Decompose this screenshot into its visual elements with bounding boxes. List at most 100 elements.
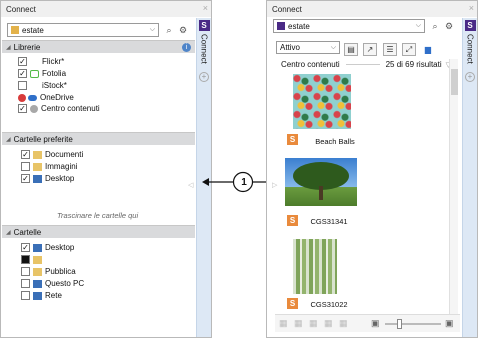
checkbox[interactable]: ✓ xyxy=(21,174,30,183)
drag-folders-hint: Trascinare le cartelle qui xyxy=(57,211,139,220)
result-count: 25 di 69 risultati xyxy=(385,60,442,69)
library-item-fotolia[interactable]: ✓ Fotolia xyxy=(18,68,66,79)
checkbox[interactable]: ✓ xyxy=(21,243,30,252)
book-view-button[interactable]: ▤ xyxy=(344,43,358,56)
tree-trunk-shape xyxy=(319,186,323,200)
thumbnail-beach-balls[interactable] xyxy=(293,74,351,129)
small-thumbnails-icon[interactable]: ▣ xyxy=(371,318,380,329)
collapse-arrow-icon[interactable]: ◁ xyxy=(188,181,193,189)
folder-label: Pubblica xyxy=(45,267,76,276)
left-close-icon[interactable]: × xyxy=(203,3,208,13)
share-icon[interactable]: ▦ xyxy=(324,318,333,329)
folder-item-public[interactable]: Pubblica xyxy=(21,266,76,277)
delete-icon[interactable]: ▦ xyxy=(339,318,348,329)
source-label: Centro contenuti xyxy=(281,60,340,69)
stock-badge-icon: S xyxy=(287,134,298,145)
folder-label: Questo PC xyxy=(45,279,85,288)
checkbox[interactable] xyxy=(21,162,30,171)
library-label: Flickr* xyxy=(42,57,65,66)
favorite-item-desktop[interactable]: ✓ Desktop xyxy=(21,173,74,184)
slider-handle[interactable] xyxy=(397,319,402,329)
folder-item-network[interactable]: Rete xyxy=(21,290,62,301)
libraries-header[interactable]: ◢ Librerie i xyxy=(2,40,195,53)
search-icon[interactable]: ⌕ xyxy=(164,25,174,35)
connect-scope-icon xyxy=(277,22,285,30)
thumbnail-cgs31341[interactable] xyxy=(285,158,357,206)
checkbox[interactable]: ✓ xyxy=(18,57,27,66)
sidetab-label: Connect xyxy=(199,34,209,64)
favorite-item-documents[interactable]: ✓ Documenti xyxy=(21,149,83,160)
favorites-header-label: Cartelle preferite xyxy=(13,134,73,144)
thumbnail-caption: CGS31022 xyxy=(310,300,348,309)
favorite-label: Documenti xyxy=(45,150,84,159)
chevron-down-icon[interactable]: ⌵ xyxy=(150,26,155,34)
right-search-value: estate xyxy=(288,21,310,31)
checkbox[interactable]: ✓ xyxy=(21,150,30,159)
desktop-icon xyxy=(33,243,42,252)
thumbnail-size-slider[interactable] xyxy=(385,319,441,329)
chevron-down-icon[interactable]: ⌵ xyxy=(416,22,421,30)
folder-label: Rete xyxy=(45,291,62,300)
library-item-flickr[interactable]: ✓ Flickr* xyxy=(18,56,64,67)
thumbnail-cgs31022[interactable] xyxy=(293,239,337,294)
folder-item-desktop[interactable]: ✓ Desktop xyxy=(21,242,74,253)
sidetab-label: Connect xyxy=(465,34,475,64)
resize-button[interactable]: ⤢ xyxy=(402,43,416,56)
large-thumbnails-icon[interactable]: ▣ xyxy=(445,318,454,329)
library-item-istock[interactable]: iStock* xyxy=(18,80,67,91)
options-icon[interactable]: ⚙ xyxy=(444,21,454,31)
flickr-icon xyxy=(30,58,39,66)
add-icon[interactable]: + xyxy=(199,71,209,82)
add-icon[interactable]: + xyxy=(465,71,475,82)
info-icon[interactable]: i xyxy=(182,42,191,52)
right-close-icon[interactable]: × xyxy=(469,3,474,13)
left-search-input[interactable]: estate ⌵ xyxy=(7,23,159,37)
search-scope-icon xyxy=(11,26,19,34)
checkbox[interactable] xyxy=(21,291,30,300)
options-icon[interactable]: ⚙ xyxy=(178,25,188,35)
checkbox[interactable]: ✓ xyxy=(18,69,27,78)
copy-icon[interactable]: ▦ xyxy=(309,318,318,329)
library-item-onedrive[interactable]: OneDrive xyxy=(18,92,74,103)
checkbox[interactable] xyxy=(21,255,30,264)
istock-icon xyxy=(30,82,39,90)
bottom-toolbar: ▦ ▦ ▦ ▦ ▦ ▣ ▣ xyxy=(275,314,460,332)
folders-header-label: Cartelle xyxy=(13,227,42,237)
export-icon[interactable]: ▦ xyxy=(294,318,303,329)
search-icon[interactable]: ⌕ xyxy=(430,21,440,31)
library-label: Centro contenuti xyxy=(41,104,100,113)
checkbox[interactable] xyxy=(21,267,30,276)
checkbox[interactable] xyxy=(21,279,30,288)
list-view-button[interactable]: ☰ xyxy=(383,43,397,56)
left-panel-title: Connect xyxy=(6,4,36,14)
scrollbar-thumb[interactable] xyxy=(451,69,458,95)
favorites-header[interactable]: ◢ Cartelle preferite xyxy=(2,132,195,145)
import-icon[interactable]: ▦ xyxy=(279,318,288,329)
preview-button[interactable]: ▆ xyxy=(421,43,435,56)
left-connect-panel: Connect × estate ⌵ ⌕ ⚙ ◢ Librerie i ✓ Fl… xyxy=(0,0,212,338)
filter-value: Attivo xyxy=(280,43,301,52)
adjust-button[interactable]: ↗ xyxy=(363,43,377,56)
images-folder-icon xyxy=(33,162,42,171)
stock-badge-icon: S xyxy=(287,215,298,226)
library-item-content-center[interactable]: ✓ Centro contenuti xyxy=(18,103,100,114)
fotolia-icon xyxy=(30,69,39,78)
right-search-input[interactable]: estate ⌵ xyxy=(273,19,425,33)
favorite-label: Immagini xyxy=(45,162,78,171)
lightbulb-icon xyxy=(30,104,38,113)
checkbox[interactable] xyxy=(18,81,27,90)
public-folder-icon xyxy=(33,267,42,276)
desktop-icon xyxy=(33,174,42,183)
expand-arrow-icon[interactable]: ▷ xyxy=(272,181,277,189)
favorite-item-images[interactable]: Immagini xyxy=(21,161,77,172)
right-connect-sidetab[interactable]: S Connect + xyxy=(462,18,477,337)
checkbox[interactable]: ✓ xyxy=(18,104,27,113)
folders-header[interactable]: ◢ Cartelle xyxy=(2,225,195,238)
filter-dropdown[interactable]: Attivo ⌵ xyxy=(276,41,340,54)
folder-item-user[interactable] xyxy=(21,254,45,265)
library-label: iStock* xyxy=(42,81,67,90)
results-header: Centro contenuti 25 di 69 risultati ▽ xyxy=(281,59,451,70)
warning-icon xyxy=(18,93,26,102)
results-scrollbar[interactable] xyxy=(449,59,458,314)
folder-item-this-pc[interactable]: Questo PC xyxy=(21,278,84,289)
